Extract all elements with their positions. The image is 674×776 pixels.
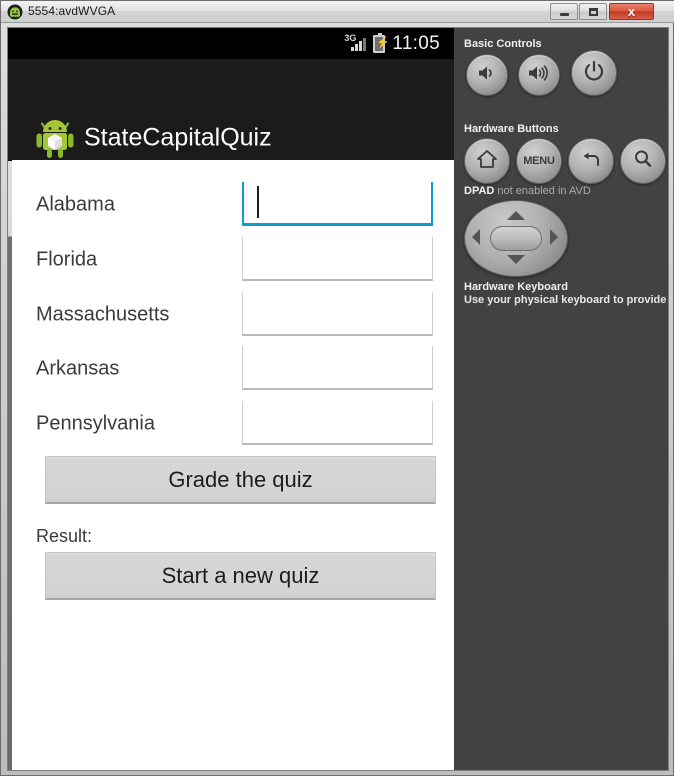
device-screen: 3G ⚡ 11:05 StateCapitalQuiz Alabama Flor… — [8, 28, 454, 770]
battery-charging-icon: ⚡ — [373, 32, 390, 53]
status-bar-icons: 3G ⚡ 11:05 — [344, 28, 440, 59]
close-button[interactable]: x — [609, 3, 654, 20]
page-title: StateCapitalQuiz — [84, 123, 272, 152]
speaker-high-icon — [527, 64, 551, 87]
home-icon — [475, 148, 499, 175]
power-button[interactable] — [571, 50, 617, 96]
menu-button[interactable]: MENU — [516, 138, 562, 184]
status-bar-clock: 11:05 — [392, 33, 440, 54]
table-row: Alabama — [12, 178, 454, 232]
state-label: Alabama — [36, 193, 115, 216]
dpad-right-icon[interactable] — [550, 229, 558, 245]
hardware-keyboard-hint: Use your physical keyboard to provide in… — [464, 294, 668, 306]
dpad-left-icon[interactable] — [472, 229, 480, 245]
dpad-title: DPAD — [464, 185, 495, 197]
dpad-up-icon[interactable] — [507, 211, 525, 220]
answer-input-0[interactable] — [242, 182, 433, 226]
state-label: Massachusetts — [36, 303, 170, 326]
table-row: Arkansas — [12, 342, 454, 396]
maximize-icon — [580, 4, 606, 19]
table-row: Massachusetts — [12, 288, 454, 342]
hardware-keyboard-heading: Hardware Keyboard — [464, 281, 568, 293]
minimize-button[interactable] — [550, 3, 578, 20]
close-icon: x — [627, 4, 636, 19]
emulator-window: 5554:avdWVGA x 3G ⚡ 11:05 StateCapitalQu… — [0, 0, 674, 776]
home-button[interactable] — [464, 138, 510, 184]
volume-up-button[interactable] — [518, 54, 560, 96]
emulator-control-panel: Basic Controls Hardware Buttons MENU DPA… — [454, 28, 668, 770]
window-title: 5554:avdWVGA — [28, 4, 116, 18]
result-label: Result: — [36, 526, 93, 546]
network-type-label: 3G — [344, 32, 357, 43]
minimize-icon — [551, 4, 577, 19]
answer-input-2[interactable] — [242, 292, 433, 336]
android-robot-icon — [35, 117, 75, 159]
android-status-bar: 3G ⚡ 11:05 — [8, 28, 454, 59]
answer-input-4[interactable] — [242, 401, 433, 445]
volume-down-button[interactable] — [466, 54, 508, 96]
emulator-client-area: 3G ⚡ 11:05 StateCapitalQuiz Alabama Flor… — [7, 27, 669, 771]
dpad-down-icon[interactable] — [507, 255, 525, 264]
text-caret — [257, 186, 259, 218]
power-icon — [583, 60, 605, 87]
back-arrow-icon — [579, 148, 603, 175]
answer-input-1[interactable] — [242, 237, 433, 281]
state-label: Florida — [36, 248, 98, 271]
speaker-low-icon — [476, 64, 498, 87]
state-label: Arkansas — [36, 357, 120, 380]
basic-controls-heading: Basic Controls — [464, 38, 542, 50]
answer-input-3[interactable] — [242, 346, 433, 390]
menu-button-label: MENU — [523, 155, 555, 167]
table-row: Pennsylvania — [12, 397, 454, 451]
quiz-form: Alabama Florida Massachusetts Arkansas P… — [12, 160, 454, 770]
hardware-buttons-heading: Hardware Buttons — [464, 123, 559, 135]
back-button[interactable] — [568, 138, 614, 184]
dpad-status-line: DPAD not enabled in AVD — [464, 185, 591, 197]
signal-bars-icon: 3G — [344, 32, 367, 53]
table-row: Florida — [12, 233, 454, 287]
android-head-icon — [7, 4, 23, 20]
app-action-bar: StateCapitalQuiz — [8, 59, 454, 161]
search-button[interactable] — [620, 138, 666, 184]
window-titlebar[interactable]: 5554:avdWVGA x — [1, 1, 674, 23]
search-icon — [632, 148, 654, 175]
dpad-control[interactable] — [464, 200, 568, 277]
dpad-select-button[interactable] — [490, 226, 542, 251]
dpad-status: not enabled in AVD — [497, 185, 591, 197]
maximize-button[interactable] — [579, 3, 607, 20]
start-new-quiz-button[interactable]: Start a new quiz — [45, 552, 436, 600]
grade-quiz-button[interactable]: Grade the quiz — [45, 456, 436, 504]
state-label: Pennsylvania — [36, 412, 155, 435]
